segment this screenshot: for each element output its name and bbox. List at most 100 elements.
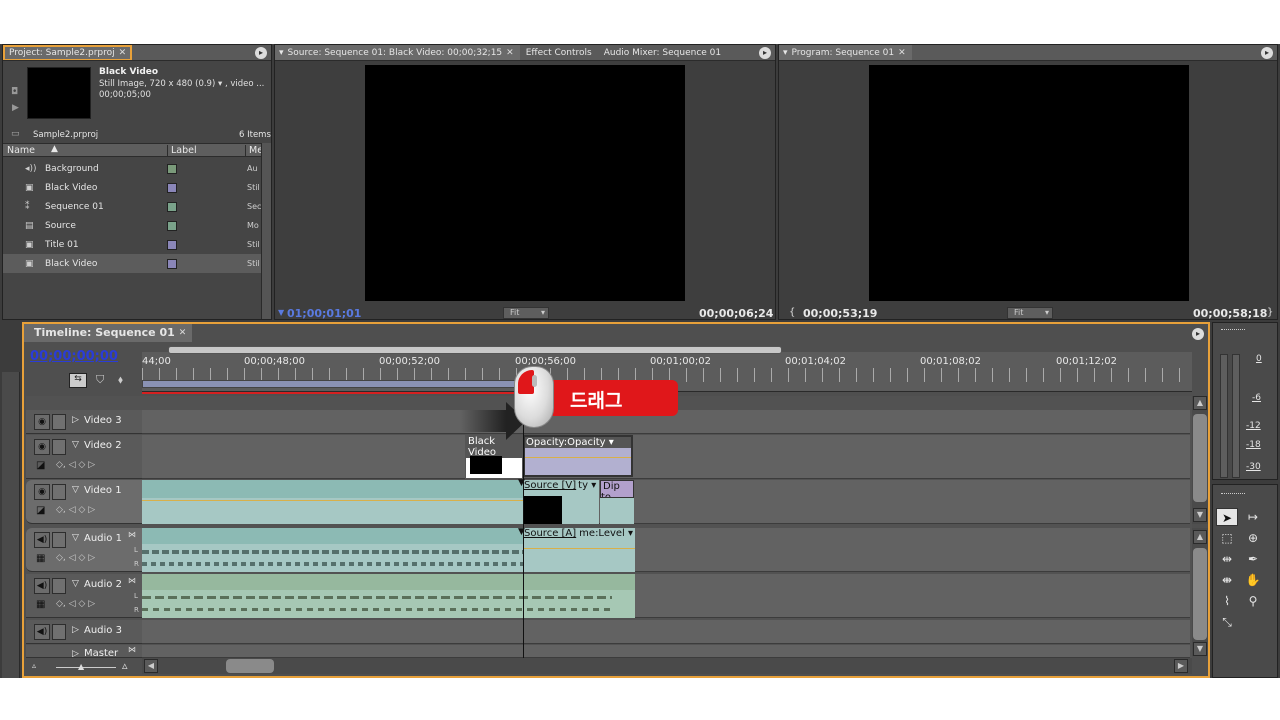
clip-video1-main[interactable] (142, 480, 523, 524)
track-audio2[interactable] (142, 574, 1190, 618)
panel-menu-icon[interactable]: ▸ (1192, 328, 1204, 340)
source-video-display[interactable] (365, 65, 685, 301)
source-timecode-in[interactable]: 01;00;01;01 (287, 307, 361, 320)
lock-toggle[interactable] (52, 484, 66, 500)
program-video-display[interactable] (869, 65, 1189, 301)
tab-project[interactable]: Project: Sample2.prproj ✕ (3, 45, 133, 60)
label-color-swatch[interactable] (167, 182, 177, 193)
label-color-swatch[interactable] (167, 163, 177, 174)
track-video2[interactable]: Black Video Opacity:Opacity ▾ (142, 435, 1190, 479)
opacity-rubberband[interactable] (525, 457, 631, 458)
clip-black-video[interactable]: Black Video (465, 435, 523, 479)
keyframe-controls-icon[interactable]: ◇, ◁ ◇ ▷ (56, 505, 95, 515)
zoom-tool-icon[interactable]: ⚲ (1242, 592, 1264, 610)
expand-triangle-icon[interactable]: ▷ (72, 649, 79, 657)
speaker-icon[interactable]: ◀) (34, 624, 50, 640)
program-timecode-in[interactable]: 00;00;53;19 (803, 307, 877, 320)
play-preview-icon[interactable]: ▶ (12, 103, 19, 113)
add-marker-icon[interactable]: ⛉ (96, 373, 104, 387)
clip-dip-to-black[interactable]: Dip to (600, 480, 634, 498)
program-fit-select[interactable]: Fit ▾ (1007, 307, 1053, 319)
panel-grip-icon[interactable] (1221, 329, 1245, 332)
track-audio3[interactable] (142, 620, 1190, 644)
track-video1[interactable]: Source [V] ty ▾ Dip to (142, 480, 1190, 524)
label-color-swatch[interactable] (167, 239, 177, 250)
lock-toggle[interactable] (52, 532, 66, 548)
close-icon[interactable]: ✕ (898, 45, 906, 60)
slip-tool-icon[interactable]: ⇼ (1216, 571, 1238, 589)
source-fit-select[interactable]: Fit ▾ (503, 307, 549, 319)
lock-toggle[interactable] (52, 624, 66, 640)
scroll-thumb[interactable] (1193, 414, 1207, 502)
scroll-left-icon[interactable]: ◀ (144, 659, 158, 673)
list-item[interactable]: ▣ Title 01 Stil (3, 235, 261, 254)
pen-tool-icon[interactable]: ✒ (1242, 550, 1264, 568)
zoom-out-icon[interactable]: ▵ (32, 661, 36, 670)
column-name[interactable]: Name (7, 145, 35, 156)
expand-triangle-icon[interactable]: ▷ (72, 415, 79, 425)
clip-background-audio[interactable] (142, 574, 635, 618)
panel-grip-icon[interactable] (1221, 493, 1245, 496)
list-item[interactable]: ▣ Black Video Stil (3, 178, 261, 197)
close-icon[interactable]: ✕ (506, 45, 514, 60)
panel-menu-icon[interactable]: ▸ (759, 47, 771, 59)
scroll-up-icon[interactable]: ▲ (1193, 396, 1207, 410)
hand-tool-icon[interactable]: ✋ (1242, 571, 1264, 589)
panel-menu-icon[interactable]: ▸ (255, 47, 267, 59)
timeline-current-time[interactable]: 00;00;00;00 (30, 349, 118, 364)
column-label[interactable]: Label (167, 145, 197, 156)
razor-tool-icon[interactable]: ⌇ (1216, 592, 1238, 610)
timeline-horizontal-scrollbar[interactable]: ◀ ▶ (142, 658, 1192, 674)
track-select-tool-icon[interactable]: ↦ (1242, 508, 1264, 526)
viewing-area-bar[interactable] (168, 346, 782, 354)
rolling-edit-tool-icon[interactable]: ⊕ (1242, 529, 1264, 547)
video-tracks-scrollbar[interactable]: ▲ ▼ (1192, 396, 1208, 524)
list-item[interactable]: ▣ Black Video Stil (3, 254, 261, 273)
display-style-icon[interactable]: ◪ (36, 460, 45, 471)
scroll-thumb[interactable] (226, 659, 274, 673)
work-area-bar[interactable] (142, 380, 520, 388)
eye-icon[interactable]: ◉ (34, 484, 50, 500)
scroll-right-icon[interactable]: ▶ (1174, 659, 1188, 673)
collapse-triangle-icon[interactable]: ▽ (72, 485, 79, 495)
ripple-edit-tool-icon[interactable]: ⬚ (1216, 529, 1238, 547)
collapse-triangle-icon[interactable]: ▽ (72, 533, 79, 543)
tab-effect-controls[interactable]: Effect Controls (520, 45, 598, 60)
scroll-down-icon[interactable]: ▼ (1193, 508, 1207, 522)
clip-video1-tail[interactable] (600, 498, 634, 524)
label-color-swatch[interactable] (167, 201, 177, 212)
snap-icon[interactable]: ⇆ (69, 373, 87, 388)
zoom-in-icon[interactable]: ▵ (122, 659, 128, 672)
poster-frame-icon[interactable]: ◘ (11, 87, 18, 97)
keyframe-controls-icon[interactable]: ◇, ◁ ◇ ▷ (56, 553, 95, 563)
track-master[interactable] (142, 645, 1190, 658)
scroll-down-icon[interactable]: ▼ (1193, 642, 1207, 656)
collapse-triangle-icon[interactable]: ▽ (72, 440, 79, 450)
scroll-thumb[interactable] (1193, 548, 1207, 640)
eye-icon[interactable]: ◉ (34, 414, 50, 430)
dropdown-icon[interactable]: ▾ (783, 45, 788, 60)
list-item[interactable]: ▤ Source Mo (3, 216, 261, 235)
lock-toggle[interactable] (52, 578, 66, 594)
expand-triangle-icon[interactable]: ▷ (72, 625, 79, 635)
clip-effect-dropdown[interactable]: ty ▾ (578, 480, 596, 491)
clip-source-audio[interactable]: Source [A] me:Level ▾ (523, 528, 635, 572)
rate-stretch-tool-icon[interactable]: ⇹ (1216, 550, 1238, 568)
audio-tracks-scrollbar[interactable]: ▲ ▼ (1192, 528, 1208, 656)
keyframe-controls-icon[interactable]: ◇, ◁ ◇ ▷ (56, 460, 95, 470)
waveform-display-icon[interactable]: ▦ (36, 553, 45, 564)
zoom-thumb-icon[interactable]: ▲ (78, 662, 84, 671)
clip-effect-label[interactable]: Opacity:Opacity ▾ (525, 437, 631, 448)
tab-source[interactable]: ▾ Source: Sequence 01: Black Video: 00;0… (275, 45, 520, 60)
keyframe-controls-icon[interactable]: ◇, ◁ ◇ ▷ (56, 599, 95, 609)
lock-toggle[interactable] (52, 414, 66, 430)
clip-opacity-overlay[interactable]: Opacity:Opacity ▾ (523, 435, 633, 477)
list-item[interactable]: ⁑ Sequence 01 Sec (3, 197, 261, 216)
label-color-swatch[interactable] (167, 258, 177, 269)
panel-menu-icon[interactable]: ▸ (1261, 47, 1273, 59)
selection-tool-icon[interactable]: ➤ (1216, 508, 1238, 526)
eye-icon[interactable]: ◉ (34, 439, 50, 455)
dropdown-icon[interactable]: ▾ (279, 45, 284, 60)
display-style-icon[interactable]: ◪ (36, 505, 45, 516)
clip-audio1-main[interactable] (142, 528, 523, 572)
